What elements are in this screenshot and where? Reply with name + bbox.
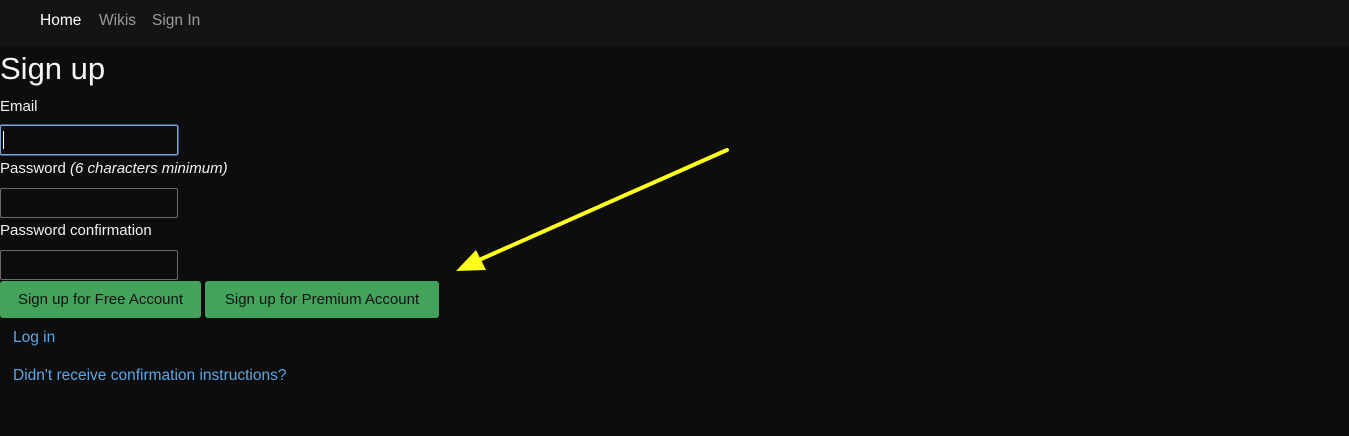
nav-wikis-link[interactable]: Wikis: [99, 12, 136, 30]
log-in-link[interactable]: Log in: [13, 329, 55, 347]
email-label: Email: [0, 98, 38, 115]
password-field[interactable]: [0, 188, 178, 218]
password-label: Password: [0, 160, 66, 177]
password-hint: (6 characters minimum): [70, 160, 228, 177]
text-caret: [3, 131, 4, 149]
nav-sign-in-link[interactable]: Sign In: [152, 12, 200, 30]
confirmation-instructions-link[interactable]: Didn't receive confirmation instructions…: [13, 367, 286, 385]
sign-up-premium-button[interactable]: Sign up for Premium Account: [205, 281, 439, 318]
page-title: Sign up: [0, 51, 106, 86]
password-confirmation-field[interactable]: [0, 250, 178, 280]
email-field[interactable]: [0, 125, 178, 155]
sign-up-free-button[interactable]: Sign up for Free Account: [0, 281, 201, 318]
nav-home-link[interactable]: Home: [40, 12, 81, 30]
top-navbar: Home Wikis Sign In: [0, 0, 1349, 47]
password-confirmation-label: Password confirmation: [0, 222, 152, 239]
password-label-group: Password (6 characters minimum): [0, 160, 228, 178]
